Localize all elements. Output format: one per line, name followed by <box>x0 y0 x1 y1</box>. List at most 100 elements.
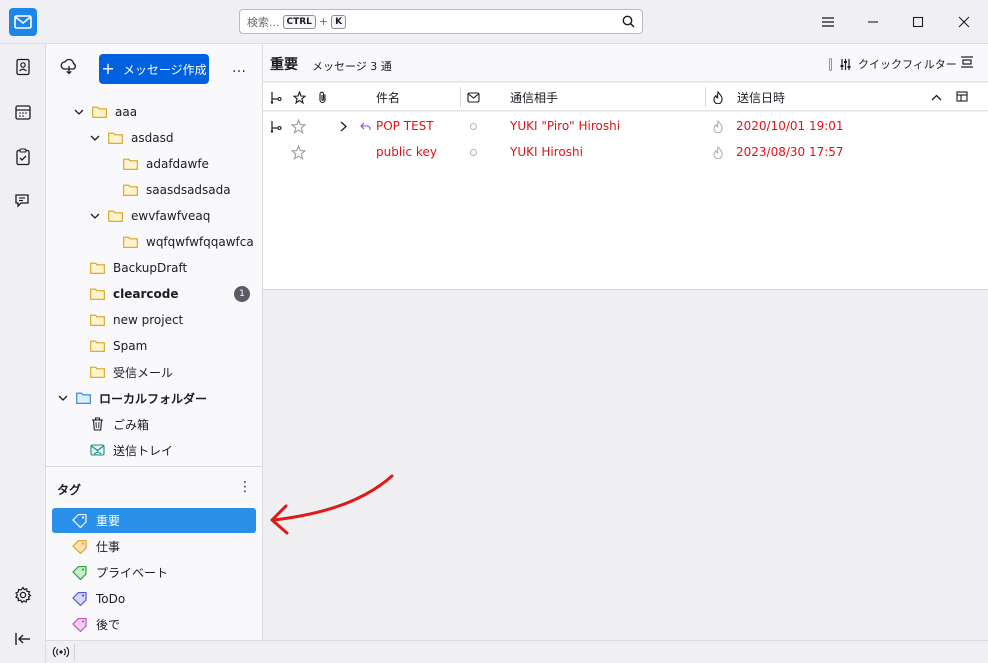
shortcut-plus: + <box>318 15 329 28</box>
flame-icon <box>712 139 724 165</box>
column-correspondent[interactable]: 通信相手 <box>510 83 558 111</box>
thread-list: POP TEST YUKI "Piro" Hiroshi 2020/10/01 … <box>263 112 988 290</box>
folder-item-asdasd[interactable]: asdasd <box>88 125 173 151</box>
tag-icon <box>72 539 88 554</box>
status-divider <box>74 644 75 661</box>
tag-label: 仕事 <box>96 540 121 554</box>
title-bar: 検索... CTRL + K <box>0 0 988 44</box>
tasks-icon[interactable] <box>11 145 35 169</box>
thread-column-icon[interactable] <box>270 83 282 111</box>
folder-item-spam[interactable]: Spam <box>90 333 147 359</box>
display-options-icon[interactable] <box>960 55 974 72</box>
folder-item-adafdawfe[interactable]: adafdawfe <box>123 151 209 177</box>
folder-item-inbox[interactable]: 受信メール <box>90 359 173 385</box>
quick-filter-button[interactable]: クイックフィルター <box>829 56 957 72</box>
close-icon[interactable] <box>954 12 974 32</box>
flame-column-icon[interactable] <box>712 83 724 111</box>
message-subject: POP TEST <box>376 119 434 133</box>
tag-item-todo[interactable]: ToDo <box>52 586 256 611</box>
message-row[interactable]: public key YUKI Hiroshi 2023/08/30 17:57 <box>263 139 988 165</box>
tag-icon <box>72 591 88 606</box>
junk-status-column-icon[interactable] <box>467 83 480 111</box>
unread-count-badge: 1 <box>234 286 250 302</box>
folder-pane: + メッセージ作成 … aaa asdasd adafdawfe saasdsa… <box>46 44 263 640</box>
tag-item-work[interactable]: 仕事 <box>52 534 256 559</box>
tag-label: 後で <box>96 618 121 632</box>
junk-status-dot[interactable] <box>470 113 477 139</box>
chevron-down-icon[interactable] <box>88 135 102 141</box>
star-icon[interactable] <box>291 139 306 165</box>
status-bar <box>46 640 988 663</box>
search-icon[interactable] <box>622 15 635 31</box>
online-status-icon[interactable] <box>52 645 70 662</box>
folder-icon <box>123 184 138 196</box>
folder-item-trash[interactable]: ごみ箱 <box>90 411 149 437</box>
minimize-icon[interactable] <box>863 12 883 32</box>
folder-icon <box>90 262 105 274</box>
shortcut-key-ctrl: CTRL <box>282 14 316 29</box>
folder-item-backupdraft[interactable]: BackupDraft <box>90 255 187 281</box>
folder-label: new project <box>113 313 184 327</box>
column-divider[interactable] <box>460 87 461 107</box>
compose-button[interactable]: + メッセージ作成 <box>99 54 209 84</box>
folder-icon <box>90 314 105 326</box>
folder-pane-more-button[interactable]: … <box>232 60 247 76</box>
expand-thread-chevron-icon[interactable] <box>340 113 347 139</box>
column-date[interactable]: 送信日時 <box>737 83 785 111</box>
folder-title: 重要 <box>270 57 298 73</box>
folder-label: saasdsadsada <box>146 183 231 197</box>
tag-item-important[interactable]: 重要 <box>52 508 256 533</box>
thread-icon[interactable] <box>270 113 282 139</box>
column-picker-icon[interactable] <box>956 83 969 111</box>
thread-pane-header: 重要 メッセージ 3 通 クイックフィルター <box>263 44 988 82</box>
replied-icon <box>360 113 371 139</box>
column-subject[interactable]: 件名 <box>376 83 400 111</box>
folder-icon <box>108 210 123 222</box>
column-divider[interactable] <box>705 87 706 107</box>
shortcut-key-k: K <box>331 14 347 29</box>
search-input[interactable]: 検索... CTRL + K <box>239 9 643 34</box>
plus-icon: + <box>101 59 115 78</box>
address-book-icon[interactable] <box>11 55 35 79</box>
collapse-sidebar-icon[interactable] <box>11 627 35 651</box>
folder-item-saasdsadsada[interactable]: saasdsadsada <box>123 177 231 203</box>
folder-label: ローカルフォルダー <box>99 391 208 406</box>
message-correspondent: YUKI "Piro" Hiroshi <box>510 119 621 133</box>
chat-icon[interactable] <box>11 189 35 213</box>
message-row[interactable]: POP TEST YUKI "Piro" Hiroshi 2020/10/01 … <box>263 113 988 139</box>
attachment-column-icon[interactable] <box>318 83 328 111</box>
flame-icon <box>712 113 724 139</box>
folder-item-outbox[interactable]: 送信トレイ <box>90 437 173 463</box>
folder-item-wqfqwfwfqqawfca[interactable]: wqfqwfwfqqawfca <box>123 229 254 255</box>
message-preview-pane <box>263 291 988 640</box>
folder-item-local-folders[interactable]: ローカルフォルダー <box>56 385 207 411</box>
chevron-down-icon[interactable] <box>72 109 86 115</box>
tag-icon <box>72 513 88 528</box>
get-messages-icon[interactable] <box>60 58 78 78</box>
mail-app-icon[interactable] <box>9 8 37 36</box>
settings-gear-icon[interactable] <box>11 583 35 607</box>
folder-icon <box>90 366 105 378</box>
calendar-icon[interactable] <box>11 100 35 124</box>
folder-item-ewvfawfveaq[interactable]: ewvfawfveaq <box>88 203 210 229</box>
star-icon[interactable] <box>291 113 306 139</box>
folder-label: aaa <box>115 105 138 119</box>
folder-item-new-project[interactable]: new project <box>90 307 183 333</box>
starred-column-icon[interactable] <box>293 83 306 111</box>
tag-item-later[interactable]: 後で <box>52 612 256 637</box>
chevron-down-icon[interactable] <box>56 395 70 401</box>
sort-ascending-icon[interactable] <box>931 83 942 111</box>
junk-status-dot[interactable] <box>470 139 477 165</box>
folder-icon <box>90 288 105 300</box>
tag-item-private[interactable]: プライベート <box>52 560 256 585</box>
folder-label: asdasd <box>131 131 174 145</box>
chevron-down-icon[interactable] <box>88 213 102 219</box>
maximize-icon[interactable] <box>908 12 928 32</box>
tags-more-button[interactable]: ⋮ <box>238 479 252 495</box>
trash-icon <box>90 417 105 431</box>
quick-filter-label: クイックフィルター <box>858 58 957 71</box>
folder-label: clearcode <box>113 287 179 301</box>
app-menu-icon[interactable] <box>818 12 838 32</box>
folder-item-aaa[interactable]: aaa <box>72 99 137 125</box>
folder-item-clearcode[interactable]: clearcode <box>90 281 178 307</box>
